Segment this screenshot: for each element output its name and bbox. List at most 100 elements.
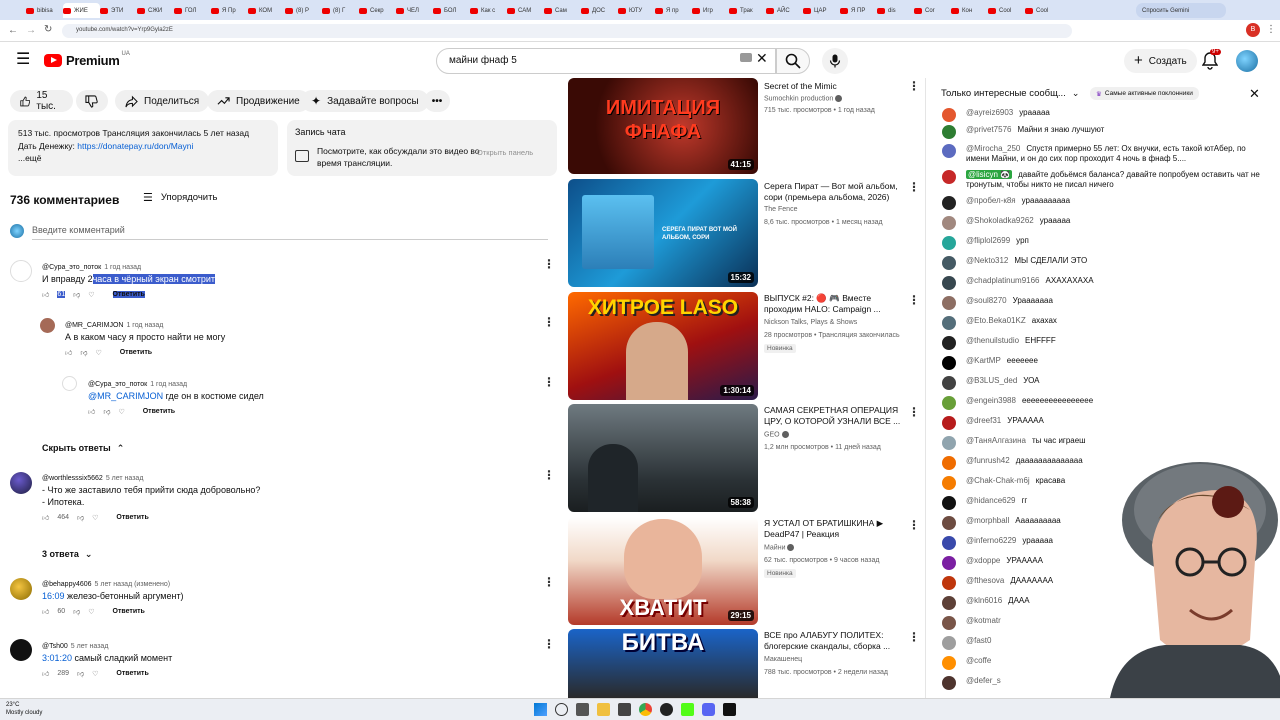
youtube-logo[interactable]: Premium UA xyxy=(44,51,130,68)
chat-avatar[interactable] xyxy=(942,356,956,370)
chat-avatar[interactable] xyxy=(942,536,956,550)
browser-tab[interactable]: Я Пр xyxy=(211,3,248,18)
show-replies-button[interactable]: 3 ответа ⌄ xyxy=(42,549,92,560)
chat-avatar[interactable] xyxy=(942,296,956,310)
comment-author[interactable]: @Сура_это_поток xyxy=(42,264,101,271)
browser-tab[interactable]: БОЛ xyxy=(433,3,470,18)
video-thumbnail[interactable]: ИМИТАЦИЯ ФНАФА 41:15 xyxy=(568,78,758,174)
chat-avatar[interactable] xyxy=(942,125,956,139)
windows-start-icon[interactable] xyxy=(534,703,547,716)
comment-author[interactable]: @behappy4606 xyxy=(42,581,92,588)
browser-tab[interactable]: ЖИЕ xyxy=(63,3,100,18)
chat-filter-dropdown[interactable]: Только интересные сообщ... ⌄ xyxy=(941,88,1079,99)
chat-author[interactable]: @inferno6229 xyxy=(966,536,1016,545)
video-title[interactable]: ВЫПУСК #2: 🔴 🎮 Вместе проходим HALO: Cam… xyxy=(764,293,904,315)
chat-author[interactable]: @lisicyn 🐼 xyxy=(966,170,1013,179)
channel-name[interactable]: Макашенец xyxy=(764,656,802,663)
browser-tab[interactable]: Cool xyxy=(988,3,1025,18)
menu-icon[interactable]: ⋮ xyxy=(1266,24,1276,35)
chat-author[interactable]: @Shokoladka9262 xyxy=(966,216,1034,225)
reply-button[interactable]: Ответить xyxy=(113,608,145,615)
video-title[interactable]: Я УСТАЛ ОТ БРАТИШКИНА ▶ DeadP47 | Реакци… xyxy=(764,518,904,540)
reply-button[interactable]: Ответить xyxy=(143,408,175,415)
video-thumbnail[interactable]: ХИТРОЕ LASO 1:30:14 xyxy=(568,292,758,400)
hamburger-icon[interactable]: ☰ xyxy=(16,52,30,68)
chat-avatar[interactable] xyxy=(942,276,956,290)
browser-tab[interactable]: Cool xyxy=(1025,3,1062,18)
chat-author[interactable]: @soul8270 xyxy=(966,296,1007,305)
related-video[interactable]: БИТВА ВСЕ про АЛАБУГУ ПОЛИТЕХ: блогерски… xyxy=(568,629,918,698)
chat-author[interactable]: @engein3988 xyxy=(966,396,1016,405)
chat-avatar[interactable] xyxy=(942,496,956,510)
video-menu-icon[interactable]: ⋮ xyxy=(908,181,920,193)
video-menu-icon[interactable]: ⋮ xyxy=(908,406,920,418)
chat-author[interactable]: @ТаняАлгазина xyxy=(966,436,1026,445)
browser-tab[interactable]: ЦАР xyxy=(803,3,840,18)
browser-tab[interactable]: Я пр xyxy=(655,3,692,18)
dislike-icon[interactable]: 👎︎ xyxy=(73,607,80,616)
obs-icon[interactable] xyxy=(660,703,673,716)
description-more[interactable]: ...ещё xyxy=(18,152,268,165)
browser-tab[interactable]: Cor xyxy=(914,3,951,18)
chat-author[interactable]: @privet7576 xyxy=(966,125,1011,134)
chat-author[interactable]: @KartMP xyxy=(966,356,1001,365)
avatar[interactable] xyxy=(10,472,32,494)
comment-menu-icon[interactable]: ⋮ xyxy=(543,469,555,481)
browser-tab[interactable]: Трак xyxy=(729,3,766,18)
hide-replies-button[interactable]: Скрыть ответы ⌃ xyxy=(42,443,124,454)
chat-author[interactable]: @coffe xyxy=(966,656,991,665)
search-taskbar-icon[interactable] xyxy=(555,703,568,716)
chat-author[interactable]: @kln6016 xyxy=(966,596,1002,605)
mention-link[interactable]: @MR_CARIMJON xyxy=(88,391,163,401)
channel-name[interactable]: Майни xyxy=(764,544,795,551)
chat-avatar[interactable] xyxy=(942,416,956,430)
back-icon[interactable]: ← xyxy=(8,25,18,36)
video-thumbnail[interactable]: 58:38 xyxy=(568,404,758,512)
heart-icon[interactable]: ♡ xyxy=(92,514,98,522)
comment-author[interactable]: @Сура_это_поток xyxy=(88,381,147,388)
dislike-icon[interactable]: 👎︎ xyxy=(73,290,80,299)
chat-avatar[interactable] xyxy=(942,616,956,630)
video-thumbnail[interactable]: СЕРЕГА ПИРАТ ВОТ МОЙ АЛЬБОМ, СОРИ 15:32 xyxy=(568,179,758,287)
chat-avatar[interactable] xyxy=(942,216,956,230)
chat-author[interactable]: @fast0 xyxy=(966,636,991,645)
comment-menu-icon[interactable]: ⋮ xyxy=(543,258,555,270)
browser-tab[interactable]: Игр xyxy=(692,3,729,18)
avatar[interactable] xyxy=(10,260,32,282)
file-explorer-icon[interactable] xyxy=(597,703,610,716)
video-thumbnail[interactable]: ХВАТИТ 29:15 xyxy=(568,517,758,625)
profile-icon[interactable]: B xyxy=(1246,23,1260,37)
like-icon[interactable]: 👍︎ xyxy=(42,513,49,522)
chat-avatar[interactable] xyxy=(942,170,956,184)
video-menu-icon[interactable]: ⋮ xyxy=(908,519,920,531)
chat-avatar[interactable] xyxy=(942,256,956,270)
avatar[interactable] xyxy=(62,376,77,391)
dislike-icon[interactable]: 👎︎ xyxy=(77,669,84,678)
chat-author[interactable]: @xdoppe xyxy=(966,556,1000,565)
url-bar[interactable]: youtube.com/watch?v=Yrp9Gyla2zE xyxy=(62,24,1072,38)
avatar[interactable] xyxy=(10,639,32,661)
donate-link[interactable]: https://donatepay.ru/don/Mayni xyxy=(77,141,193,151)
chat-author[interactable]: @Chak-Chak-m6j xyxy=(966,476,1030,485)
chat-avatar[interactable] xyxy=(942,556,956,570)
related-video[interactable]: ИМИТАЦИЯ ФНАФА 41:15 Secret of the Mimic… xyxy=(568,78,920,190)
browser-tab[interactable]: КОМ xyxy=(248,3,285,18)
chat-author[interactable]: @hidance629 xyxy=(966,496,1016,505)
create-button[interactable]: + Создать xyxy=(1124,49,1197,73)
search-button[interactable] xyxy=(776,48,810,74)
comment-menu-icon[interactable]: ⋮ xyxy=(543,376,555,388)
channel-name[interactable]: GEO xyxy=(764,431,789,438)
chat-avatar[interactable] xyxy=(942,456,956,470)
chat-avatar[interactable] xyxy=(942,476,956,490)
store-icon[interactable] xyxy=(618,703,631,716)
description-box[interactable]: 513 тыс. просмотров Трансляция закончила… xyxy=(8,120,278,176)
davinci-icon[interactable] xyxy=(723,703,736,716)
browser-tab[interactable]: ЮТУ xyxy=(618,3,655,18)
browser-tab[interactable]: dis xyxy=(877,3,914,18)
avatar[interactable] xyxy=(10,578,32,600)
comment-time[interactable]: 5 лет назад xyxy=(106,475,144,482)
like-icon[interactable]: 👍︎ xyxy=(42,669,49,678)
voice-search-button[interactable] xyxy=(822,48,848,74)
dislike-icon[interactable]: 👎︎ xyxy=(77,513,84,522)
reply-button[interactable]: Ответить xyxy=(120,349,152,356)
